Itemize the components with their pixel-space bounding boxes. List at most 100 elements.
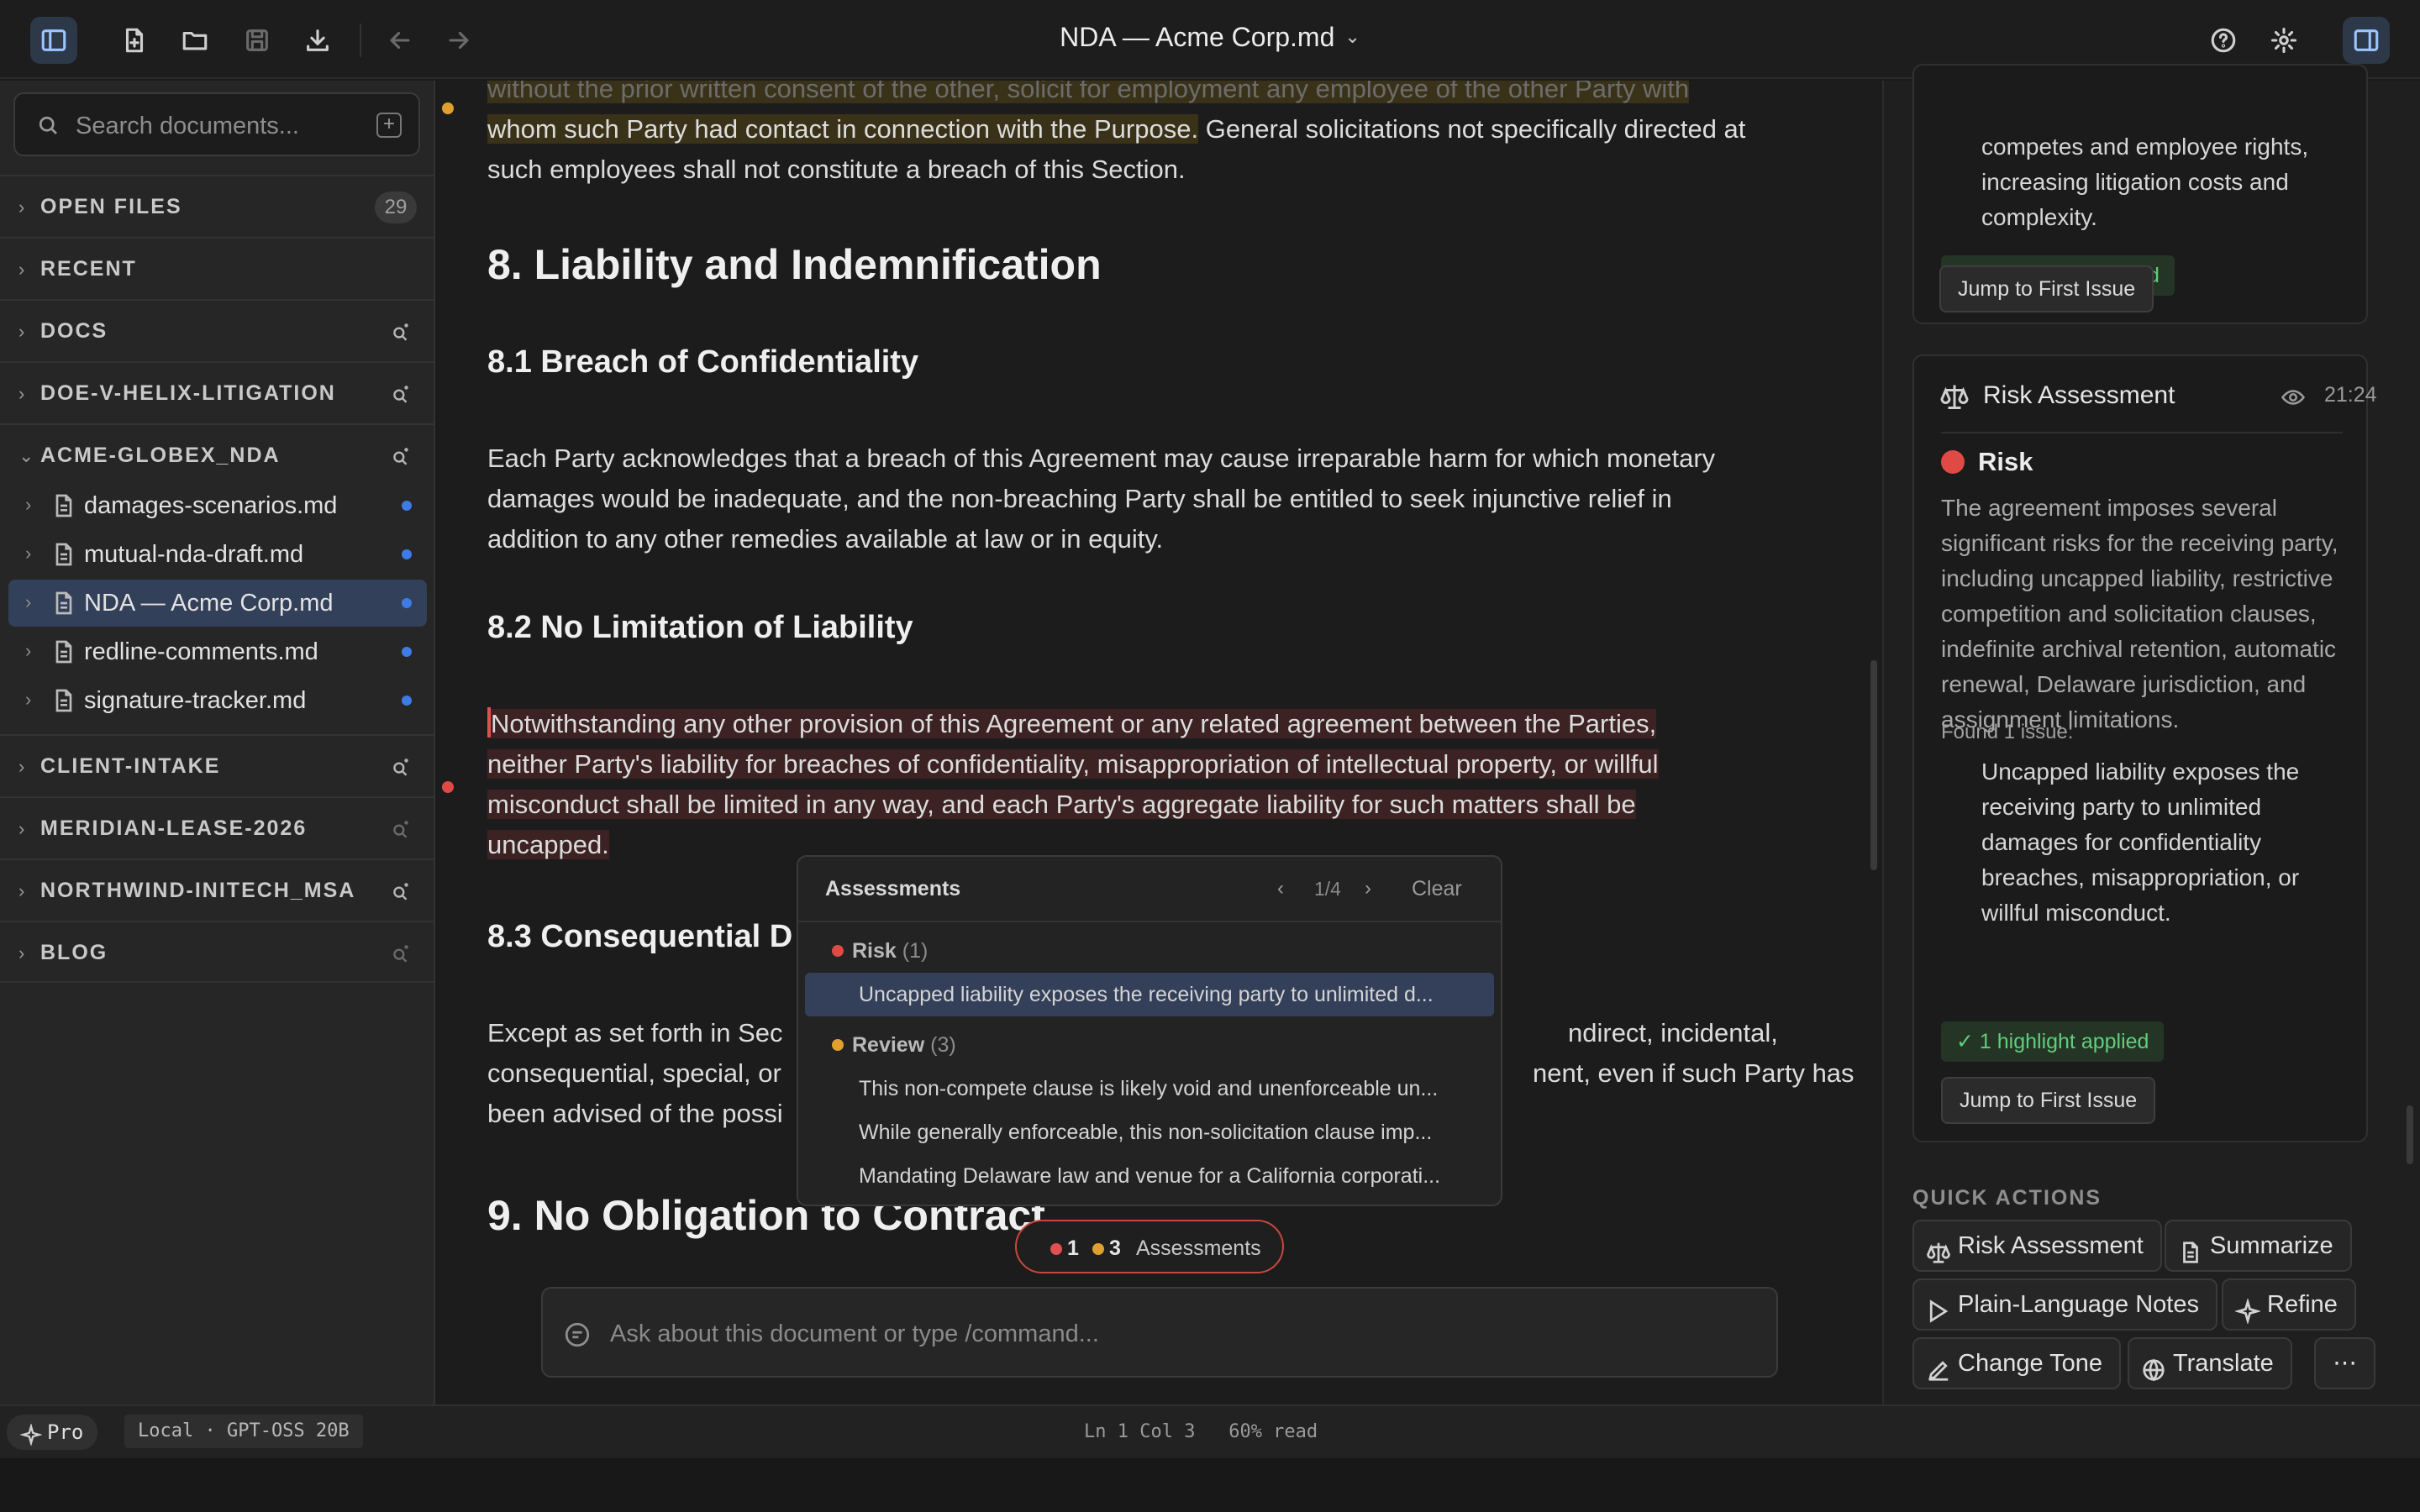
- search-input[interactable]: Search documents...: [76, 113, 299, 140]
- chevron-right-icon: ›: [18, 756, 25, 777]
- toggle-right-panel-button[interactable]: [2343, 17, 2390, 64]
- file-item-selected[interactable]: › NDA — Acme Corp.md: [8, 580, 427, 627]
- group-count: (3): [930, 1033, 956, 1057]
- section-blog[interactable]: › BLOG: [0, 921, 434, 983]
- ai-search-icon[interactable]: [390, 942, 412, 964]
- assessment-item[interactable]: Uncapped liability exposes the receiving…: [805, 973, 1494, 1016]
- chevron-down-icon[interactable]: ⌄: [1344, 26, 1360, 48]
- previous-button[interactable]: ‹: [1277, 877, 1284, 900]
- paragraph-line: such employees shall not constitute a br…: [487, 155, 1186, 184]
- ask-placeholder[interactable]: Ask about this document or type /command…: [610, 1320, 1099, 1348]
- change-tone-button[interactable]: Change Tone: [1912, 1337, 2122, 1389]
- document-icon: [50, 638, 77, 665]
- document-title-text[interactable]: NDA — Acme Corp.md: [1060, 22, 1334, 52]
- document-title[interactable]: NDA — Acme Corp.md ⌄: [0, 22, 2420, 53]
- plan-badge[interactable]: Pro: [7, 1415, 97, 1450]
- section-northwind-initech[interactable]: › NORTHWIND-INITECH_MSA: [0, 858, 434, 921]
- assessment-item[interactable]: This non-compete clause is likely void a…: [805, 1067, 1494, 1110]
- file-name: mutual-nda-draft.md: [84, 541, 304, 568]
- panel-icon: [2354, 29, 2379, 51]
- ai-search-icon[interactable]: [390, 818, 412, 840]
- plain-language-notes-button[interactable]: Plain-Language Notes: [1912, 1278, 2217, 1331]
- chevron-right-icon[interactable]: ›: [25, 494, 31, 516]
- heading-8-3: 8.3 Consequential D: [487, 919, 793, 954]
- assessment-item[interactable]: Mandating Delaware law and venue for a C…: [805, 1154, 1494, 1198]
- refine-button[interactable]: Refine: [2222, 1278, 2356, 1331]
- summarize-button[interactable]: Summarize: [2165, 1220, 2352, 1272]
- document-icon: [50, 541, 77, 568]
- section-acme-globex[interactable]: ⌄ ACME-GLOBEX_NDA: [0, 423, 434, 486]
- file-item[interactable]: › mutual-nda-draft.md: [8, 531, 427, 578]
- card-text: complexity.: [1981, 204, 2097, 230]
- issues-found-label: Found 1 issue:: [1941, 721, 2074, 743]
- assessment-item[interactable]: While generally enforceable, this non-so…: [805, 1110, 1494, 1154]
- risk-level-dot: [1941, 450, 1965, 474]
- chevron-right-icon: ›: [18, 818, 25, 839]
- count-badge: 29: [375, 192, 417, 223]
- search-box[interactable]: Search documents... +: [13, 92, 420, 156]
- position-indicator: 1/4: [1314, 878, 1341, 900]
- risk-marker[interactable]: [442, 781, 454, 793]
- section-docs[interactable]: › DOCS: [0, 299, 434, 361]
- sparkle-icon: [2233, 1292, 2262, 1326]
- assessments-toggle-button[interactable]: 1 3 Assessments: [1015, 1220, 1284, 1273]
- settings-button[interactable]: [2260, 17, 2307, 64]
- ai-search-icon[interactable]: [390, 880, 412, 902]
- risk-assessment-card: Risk Assessment 21:24 Risk The agreement…: [1912, 354, 2377, 1142]
- add-document-button[interactable]: +: [376, 113, 402, 138]
- file-name: damages-scenarios.md: [84, 492, 338, 519]
- risk-level-label: Risk: [1978, 447, 2033, 476]
- review-marker[interactable]: [442, 102, 454, 114]
- risk-highlight[interactable]: neither Party's liability for breaches o…: [487, 749, 1659, 779]
- risk-count: 1: [1067, 1236, 1079, 1260]
- chevron-right-icon[interactable]: ›: [25, 591, 31, 613]
- paragraph-line: without the prior written consent of the…: [487, 81, 1690, 103]
- ask-input[interactable]: Ask about this document or type /command…: [541, 1287, 1778, 1378]
- heading-8-1: 8.1 Breach of Confidentiality: [487, 344, 919, 380]
- highlighted-text[interactable]: whom such Party had contact in connectio…: [487, 114, 1199, 144]
- section-label: ACME-GLOBEX_NDA: [40, 444, 281, 467]
- editor-scrollbar[interactable]: [1870, 660, 1877, 870]
- ai-search-icon[interactable]: [390, 383, 412, 405]
- paragraph-line: nent, even if such Party has: [1533, 1058, 1854, 1088]
- chevron-right-icon: ›: [18, 383, 25, 404]
- section-doe-v-helix[interactable]: › DOE-V-HELIX-LITIGATION: [0, 361, 434, 423]
- risk-highlight[interactable]: uncapped.: [487, 830, 609, 859]
- ai-search-icon[interactable]: [390, 321, 412, 343]
- file-item[interactable]: › damages-scenarios.md: [8, 482, 427, 529]
- translate-button[interactable]: Translate: [2128, 1337, 2292, 1389]
- file-item[interactable]: › signature-tracker.md: [8, 677, 427, 724]
- review-count: 3: [1109, 1236, 1121, 1260]
- section-meridian-lease[interactable]: › MERIDIAN-LEASE-2026: [0, 796, 434, 858]
- risk-highlight[interactable]: misconduct shall be limited in any way, …: [487, 790, 1636, 819]
- help-button[interactable]: [2200, 17, 2247, 64]
- jump-to-first-issue-button[interactable]: Jump to First Issue: [1939, 265, 2154, 312]
- unsaved-dot: [402, 647, 412, 657]
- heading-8-2: 8.2 No Limitation of Liability: [487, 610, 913, 645]
- risk-assessment-button[interactable]: Risk Assessment: [1912, 1220, 2162, 1272]
- chevron-right-icon[interactable]: ›: [25, 640, 31, 662]
- risk-dot: [1050, 1243, 1062, 1255]
- paragraph-line: Each Party acknowledges that a breach of…: [487, 444, 1716, 473]
- panel-scrollbar[interactable]: [2407, 1105, 2413, 1164]
- review-dot: [1092, 1243, 1104, 1255]
- section-client-intake[interactable]: › CLIENT-INTAKE: [0, 734, 434, 796]
- chat-icon: [563, 1320, 592, 1349]
- issue-text[interactable]: Uncapped liability exposes the receiving…: [1981, 754, 2360, 931]
- ai-search-icon[interactable]: [390, 445, 412, 467]
- chevron-right-icon[interactable]: ›: [25, 543, 31, 564]
- clear-button[interactable]: Clear: [1412, 877, 1462, 901]
- more-actions-button[interactable]: ⋯: [2314, 1337, 2375, 1389]
- section-open-files[interactable]: › OPEN FILES 29: [0, 175, 434, 237]
- eye-icon[interactable]: [2281, 385, 2306, 410]
- chevron-right-icon[interactable]: ›: [25, 689, 31, 711]
- jump-to-first-issue-button[interactable]: Jump to First Issue: [1941, 1077, 2156, 1124]
- ai-search-icon[interactable]: [390, 756, 412, 778]
- timestamp: 21:24: [2324, 383, 2377, 407]
- next-button[interactable]: ›: [1365, 877, 1371, 900]
- risk-highlight[interactable]: Notwithstanding any other provision of t…: [491, 709, 1657, 738]
- file-item[interactable]: › redline-comments.md: [8, 628, 427, 675]
- button-label: Refine: [2267, 1291, 2338, 1318]
- section-recent[interactable]: › RECENT: [0, 237, 434, 299]
- model-selector[interactable]: Local · GPT-OSS 20B: [124, 1415, 363, 1448]
